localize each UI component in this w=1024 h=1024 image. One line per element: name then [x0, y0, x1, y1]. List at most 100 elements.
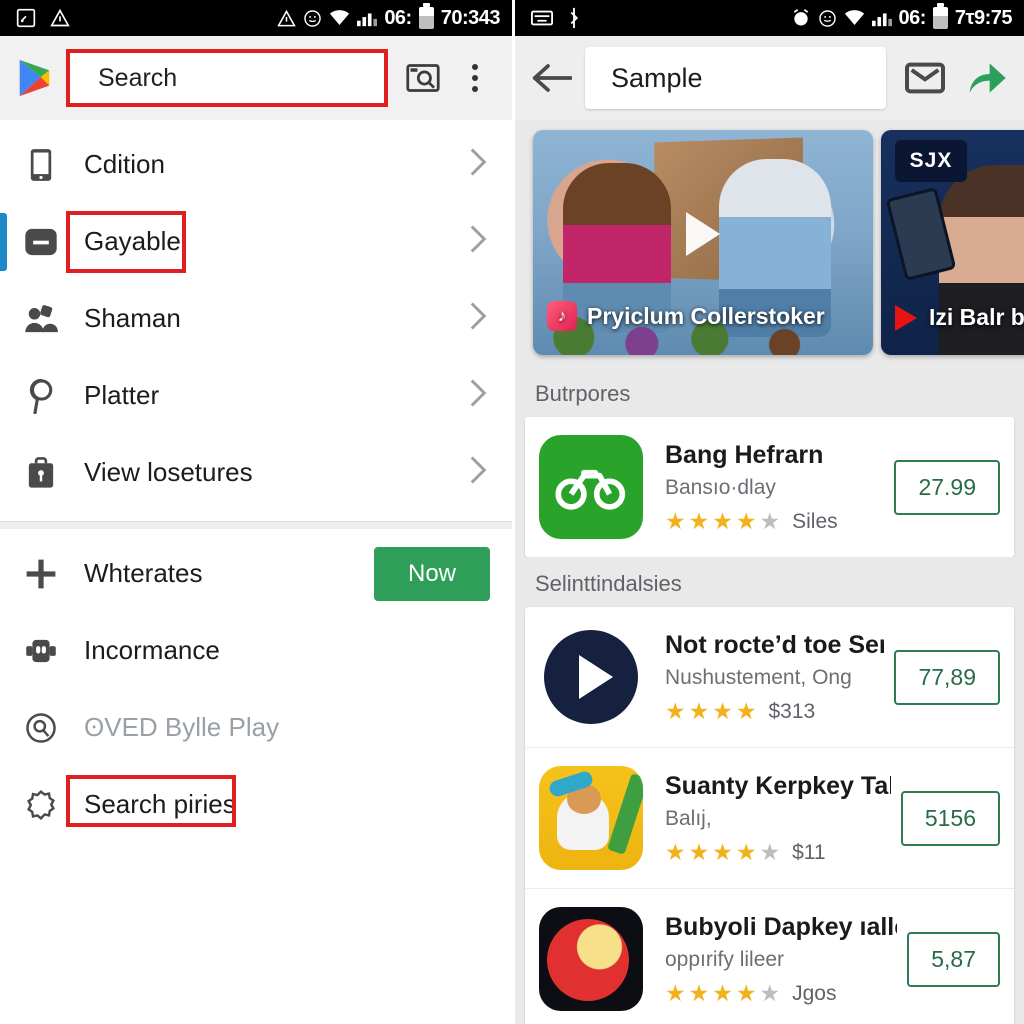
- warning-triangle-icon: [50, 8, 70, 28]
- price-button[interactable]: 77,89: [894, 649, 1000, 705]
- right-toolbar: Sample: [515, 36, 1024, 120]
- rating-text: Jgos: [792, 981, 837, 1005]
- app-rating: ★ ★ ★ ★ ★ $11: [665, 841, 891, 865]
- star-icon: ★: [688, 698, 710, 724]
- sidebar-item-cdition[interactable]: Cdition: [0, 126, 512, 203]
- card-caption: ♪ Pryiclum Collerstoker: [533, 301, 873, 331]
- app-name: Not rocte’d toe Serrent: [665, 630, 884, 659]
- sidebar-item-platter[interactable]: Platter: [0, 357, 512, 434]
- arrow-left-icon[interactable]: [529, 63, 575, 93]
- minus-box-icon: [18, 227, 64, 257]
- chevron-right-icon: [466, 147, 490, 182]
- price-button[interactable]: 5,87: [907, 931, 1000, 987]
- play-app-icon: [539, 625, 643, 729]
- signal-icon: [871, 9, 892, 27]
- sidebar-item-gayable[interactable]: Gayable: [0, 203, 512, 280]
- sidebar-item-label: Incormance: [84, 635, 220, 665]
- card-caption-label: Pryiclum Collerstoker: [587, 302, 825, 329]
- sidebar-item-whterates[interactable]: Whterates Now: [0, 535, 512, 612]
- star-icon: ★: [688, 980, 710, 1006]
- chevron-right-icon: [466, 224, 490, 259]
- now-button[interactable]: Now: [373, 546, 490, 601]
- warning-icon: [277, 9, 297, 28]
- right-phone-panel: 06: 7τ9:75 Sample ♪ Pryiclum Collerstoke…: [512, 0, 1024, 1024]
- price-button[interactable]: 27.99: [894, 459, 1000, 515]
- screenshot-icon: [16, 8, 36, 28]
- star-icon: ★: [665, 839, 686, 865]
- star-icon: ★: [712, 698, 733, 724]
- sidebar-item-label: Cdition: [84, 149, 165, 179]
- featured-carousel[interactable]: ♪ Pryiclum Collerstoker SJX Izi Balr b: [515, 120, 1024, 367]
- bike-app-icon: [539, 435, 643, 539]
- sidebar-secondary-menu: Whterates Now Incormance ʘVED Bylle Play…: [0, 529, 512, 853]
- channel-logo: SJX: [895, 140, 967, 182]
- search-field-wrapper: Search: [66, 49, 388, 107]
- app-meta: Bubyoli Dapkey ıaller oppırify lileer ★ …: [665, 913, 897, 1006]
- left-status-clock: 06:: [384, 6, 412, 29]
- share-arrow-icon[interactable]: [964, 55, 1010, 101]
- star-icon: ★: [759, 980, 781, 1006]
- app-name: Bubyoli Dapkey ıaller: [665, 912, 898, 941]
- app-rating: ★ ★ ★ ★ $313: [665, 700, 884, 724]
- chevron-right-icon: [466, 378, 490, 413]
- sidebar-item-shaman[interactable]: Shaman: [0, 280, 512, 357]
- sidebar-item-label: Platter: [84, 380, 160, 410]
- sidebar-item-search-piries[interactable]: Search piries: [0, 766, 512, 843]
- ball-app-icon: [539, 907, 643, 1011]
- more-vertical-icon[interactable]: [452, 55, 498, 101]
- app-row[interactable]: Bang Hefrarn Bansıo·dlay ★ ★ ★ ★ ★ Siles…: [525, 417, 1014, 557]
- youtube-play-icon: [895, 304, 917, 331]
- robot-icon: [18, 635, 64, 667]
- google-play-logo: [14, 57, 54, 99]
- sidebar-item-incormance[interactable]: Incormance: [0, 612, 512, 689]
- card-caption: Izi Balr b: [881, 304, 1024, 331]
- sidebar-item-oved-bylle-play[interactable]: ʘVED Bylle Play: [0, 689, 512, 766]
- app-subtitle: Nushustement, Ong: [665, 665, 852, 689]
- gear-outline-icon: [18, 788, 64, 822]
- search-circle-icon: [18, 712, 64, 744]
- plus-icon: [18, 557, 64, 591]
- chevron-right-icon: [466, 301, 490, 336]
- section-title: Selinttindalsies: [515, 557, 1024, 607]
- star-icon: ★: [712, 508, 733, 534]
- app-row[interactable]: Suanty Κerpkey Talker Balıj, ★ ★ ★ ★ ★ $…: [525, 747, 1014, 888]
- signal-icon: [357, 9, 378, 27]
- phone-icon: [18, 148, 64, 182]
- menu-divider: [0, 521, 512, 529]
- right-status-extra: 7τ9:75: [954, 6, 1013, 29]
- left-toolbar: Search: [0, 36, 512, 120]
- app-meta: Suanty Κerpkey Talker Balıj, ★ ★ ★ ★ ★ $…: [665, 772, 891, 865]
- app-rating: ★ ★ ★ ★ ★ Siles: [665, 510, 884, 534]
- section-title: Butrpores: [515, 367, 1024, 417]
- wifi-icon: [844, 9, 865, 27]
- battery-icon: [932, 3, 948, 29]
- star-icon: ★: [759, 508, 781, 534]
- dog-app-icon: [539, 766, 643, 870]
- play-overlay-icon[interactable]: [686, 211, 720, 256]
- rating-text: $11: [792, 840, 826, 864]
- briefcase-lock-icon: [18, 456, 64, 490]
- sidebar-item-label: ʘVED Bylle Play: [84, 712, 280, 742]
- carousel-card[interactable]: ♪ Pryiclum Collerstoker: [533, 130, 873, 355]
- star-icon: ★: [665, 698, 686, 724]
- app-row[interactable]: Bubyoli Dapkey ıaller oppırify lileer ★ …: [525, 888, 1014, 1024]
- app-screenshot: 06: 70:343 Search Cdition Gayable Shaman…: [0, 0, 1024, 1024]
- tiktok-badge-icon: ♪: [547, 301, 577, 331]
- image-search-icon[interactable]: [400, 55, 446, 101]
- sidebar-item-view-losetures[interactable]: View losetures: [0, 434, 512, 511]
- sidebar-item-label: View losetures: [84, 457, 253, 487]
- rating-text: Siles: [792, 509, 838, 533]
- search-input[interactable]: Search: [66, 49, 388, 107]
- left-phone-panel: 06: 70:343 Search Cdition Gayable Shaman…: [0, 0, 512, 1024]
- carousel-card[interactable]: SJX Izi Balr b: [881, 130, 1024, 355]
- star-icon: ★: [735, 698, 757, 724]
- mail-icon[interactable]: [902, 55, 948, 101]
- alarm-icon: [791, 8, 811, 28]
- star-icon: ★: [735, 839, 757, 865]
- sidebar-item-label: Gayable: [84, 226, 181, 256]
- app-subtitle: Bansıo·dlay: [665, 475, 776, 499]
- price-button[interactable]: 5156: [900, 790, 1000, 846]
- rating-text: $313: [768, 699, 816, 723]
- title-input[interactable]: Sample: [585, 47, 886, 109]
- app-row[interactable]: Not rocte’d toe Serrent Nushustement, On…: [525, 607, 1014, 747]
